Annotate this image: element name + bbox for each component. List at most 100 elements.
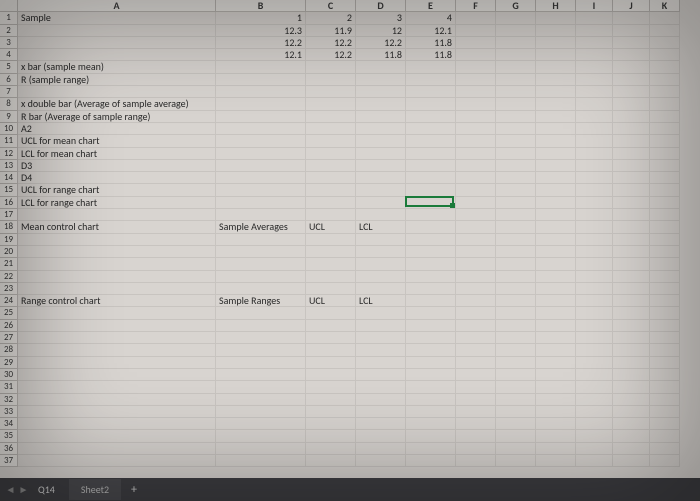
cell-F22[interactable]	[456, 271, 496, 283]
cell-C4[interactable]: 12.2	[306, 49, 356, 61]
cell-D18[interactable]: LCL	[356, 221, 406, 233]
cell-D10[interactable]	[356, 123, 406, 135]
cell-A29[interactable]	[18, 357, 216, 369]
cell-K37[interactable]	[650, 455, 680, 467]
cell-I14[interactable]	[576, 172, 613, 184]
cell-B19[interactable]	[216, 234, 306, 246]
cell-H5[interactable]	[536, 61, 576, 73]
row-header-22[interactable]: 22	[0, 271, 18, 283]
cell-B6[interactable]	[216, 74, 306, 86]
cell-F37[interactable]	[456, 455, 496, 467]
cell-E27[interactable]	[406, 332, 456, 344]
cell-A35[interactable]	[18, 430, 216, 442]
grid[interactable]: ABCDEFGHIJK1Sample1234212.311.91212.1312…	[0, 0, 700, 467]
cell-K36[interactable]	[650, 443, 680, 455]
cell-B24[interactable]: Sample Ranges	[216, 295, 306, 307]
cell-H27[interactable]	[536, 332, 576, 344]
cell-F7[interactable]	[456, 86, 496, 98]
cell-C27[interactable]	[306, 332, 356, 344]
row-header-11[interactable]: 11	[0, 135, 18, 147]
cell-D30[interactable]	[356, 369, 406, 381]
cell-D22[interactable]	[356, 271, 406, 283]
cell-I23[interactable]	[576, 283, 613, 295]
row-header-19[interactable]: 19	[0, 234, 18, 246]
cell-K12[interactable]	[650, 148, 680, 160]
cell-D28[interactable]	[356, 344, 406, 356]
col-header-F[interactable]: F	[456, 0, 496, 12]
cell-D9[interactable]	[356, 111, 406, 123]
cell-K29[interactable]	[650, 357, 680, 369]
cell-B25[interactable]	[216, 307, 306, 319]
cell-C26[interactable]	[306, 320, 356, 332]
cell-K34[interactable]	[650, 418, 680, 430]
cell-J15[interactable]	[613, 184, 650, 196]
cell-A26[interactable]	[18, 320, 216, 332]
cell-I13[interactable]	[576, 160, 613, 172]
cell-G31[interactable]	[496, 381, 536, 393]
cell-E16[interactable]	[406, 197, 456, 209]
cell-B29[interactable]	[216, 357, 306, 369]
cell-J27[interactable]	[613, 332, 650, 344]
cell-D15[interactable]	[356, 184, 406, 196]
cell-J21[interactable]	[613, 258, 650, 270]
row-header-9[interactable]: 9	[0, 111, 18, 123]
cell-E36[interactable]	[406, 443, 456, 455]
cell-G11[interactable]	[496, 135, 536, 147]
cell-H19[interactable]	[536, 234, 576, 246]
cell-B22[interactable]	[216, 271, 306, 283]
cell-A11[interactable]: UCL for mean chart	[18, 135, 216, 147]
cell-I1[interactable]	[576, 12, 613, 24]
cell-A37[interactable]	[18, 455, 216, 467]
cell-E9[interactable]	[406, 111, 456, 123]
cell-F18[interactable]	[456, 221, 496, 233]
cell-K28[interactable]	[650, 344, 680, 356]
row-header-1[interactable]: 1	[0, 12, 18, 24]
row-header-3[interactable]: 3	[0, 37, 18, 49]
sheet-tab[interactable]: Sheet2	[69, 479, 121, 500]
cell-C10[interactable]	[306, 123, 356, 135]
cell-C8[interactable]	[306, 98, 356, 110]
cell-G3[interactable]	[496, 37, 536, 49]
cell-K9[interactable]	[650, 111, 680, 123]
cell-A12[interactable]: LCL for mean chart	[18, 148, 216, 160]
cell-K6[interactable]	[650, 74, 680, 86]
cell-B21[interactable]	[216, 258, 306, 270]
cell-A30[interactable]	[18, 369, 216, 381]
cell-G10[interactable]	[496, 123, 536, 135]
cell-B16[interactable]	[216, 197, 306, 209]
cell-G34[interactable]	[496, 418, 536, 430]
cell-A1[interactable]: Sample	[18, 12, 216, 24]
cell-B9[interactable]	[216, 111, 306, 123]
cell-C16[interactable]	[306, 197, 356, 209]
cell-E6[interactable]	[406, 74, 456, 86]
cell-A25[interactable]	[18, 307, 216, 319]
cell-I17[interactable]	[576, 209, 613, 221]
cell-J22[interactable]	[613, 271, 650, 283]
cell-G23[interactable]	[496, 283, 536, 295]
cell-J36[interactable]	[613, 443, 650, 455]
cell-D29[interactable]	[356, 357, 406, 369]
cell-H3[interactable]	[536, 37, 576, 49]
cell-D21[interactable]	[356, 258, 406, 270]
cell-K2[interactable]	[650, 25, 680, 37]
cell-A5[interactable]: x bar (sample mean)	[18, 61, 216, 73]
cell-J4[interactable]	[613, 49, 650, 61]
cell-K25[interactable]	[650, 307, 680, 319]
cell-I5[interactable]	[576, 61, 613, 73]
cell-K14[interactable]	[650, 172, 680, 184]
cell-K33[interactable]	[650, 406, 680, 418]
col-header-G[interactable]: G	[496, 0, 536, 12]
cell-K24[interactable]	[650, 295, 680, 307]
cell-I31[interactable]	[576, 381, 613, 393]
cell-B1[interactable]: 1	[216, 12, 306, 24]
cell-A22[interactable]	[18, 271, 216, 283]
cell-H10[interactable]	[536, 123, 576, 135]
cell-G21[interactable]	[496, 258, 536, 270]
cell-I30[interactable]	[576, 369, 613, 381]
select-all-corner[interactable]	[0, 0, 18, 12]
cell-E33[interactable]	[406, 406, 456, 418]
cell-J9[interactable]	[613, 111, 650, 123]
cell-A8[interactable]: x double bar (Average of sample average)	[18, 98, 216, 110]
cell-F34[interactable]	[456, 418, 496, 430]
cell-E28[interactable]	[406, 344, 456, 356]
